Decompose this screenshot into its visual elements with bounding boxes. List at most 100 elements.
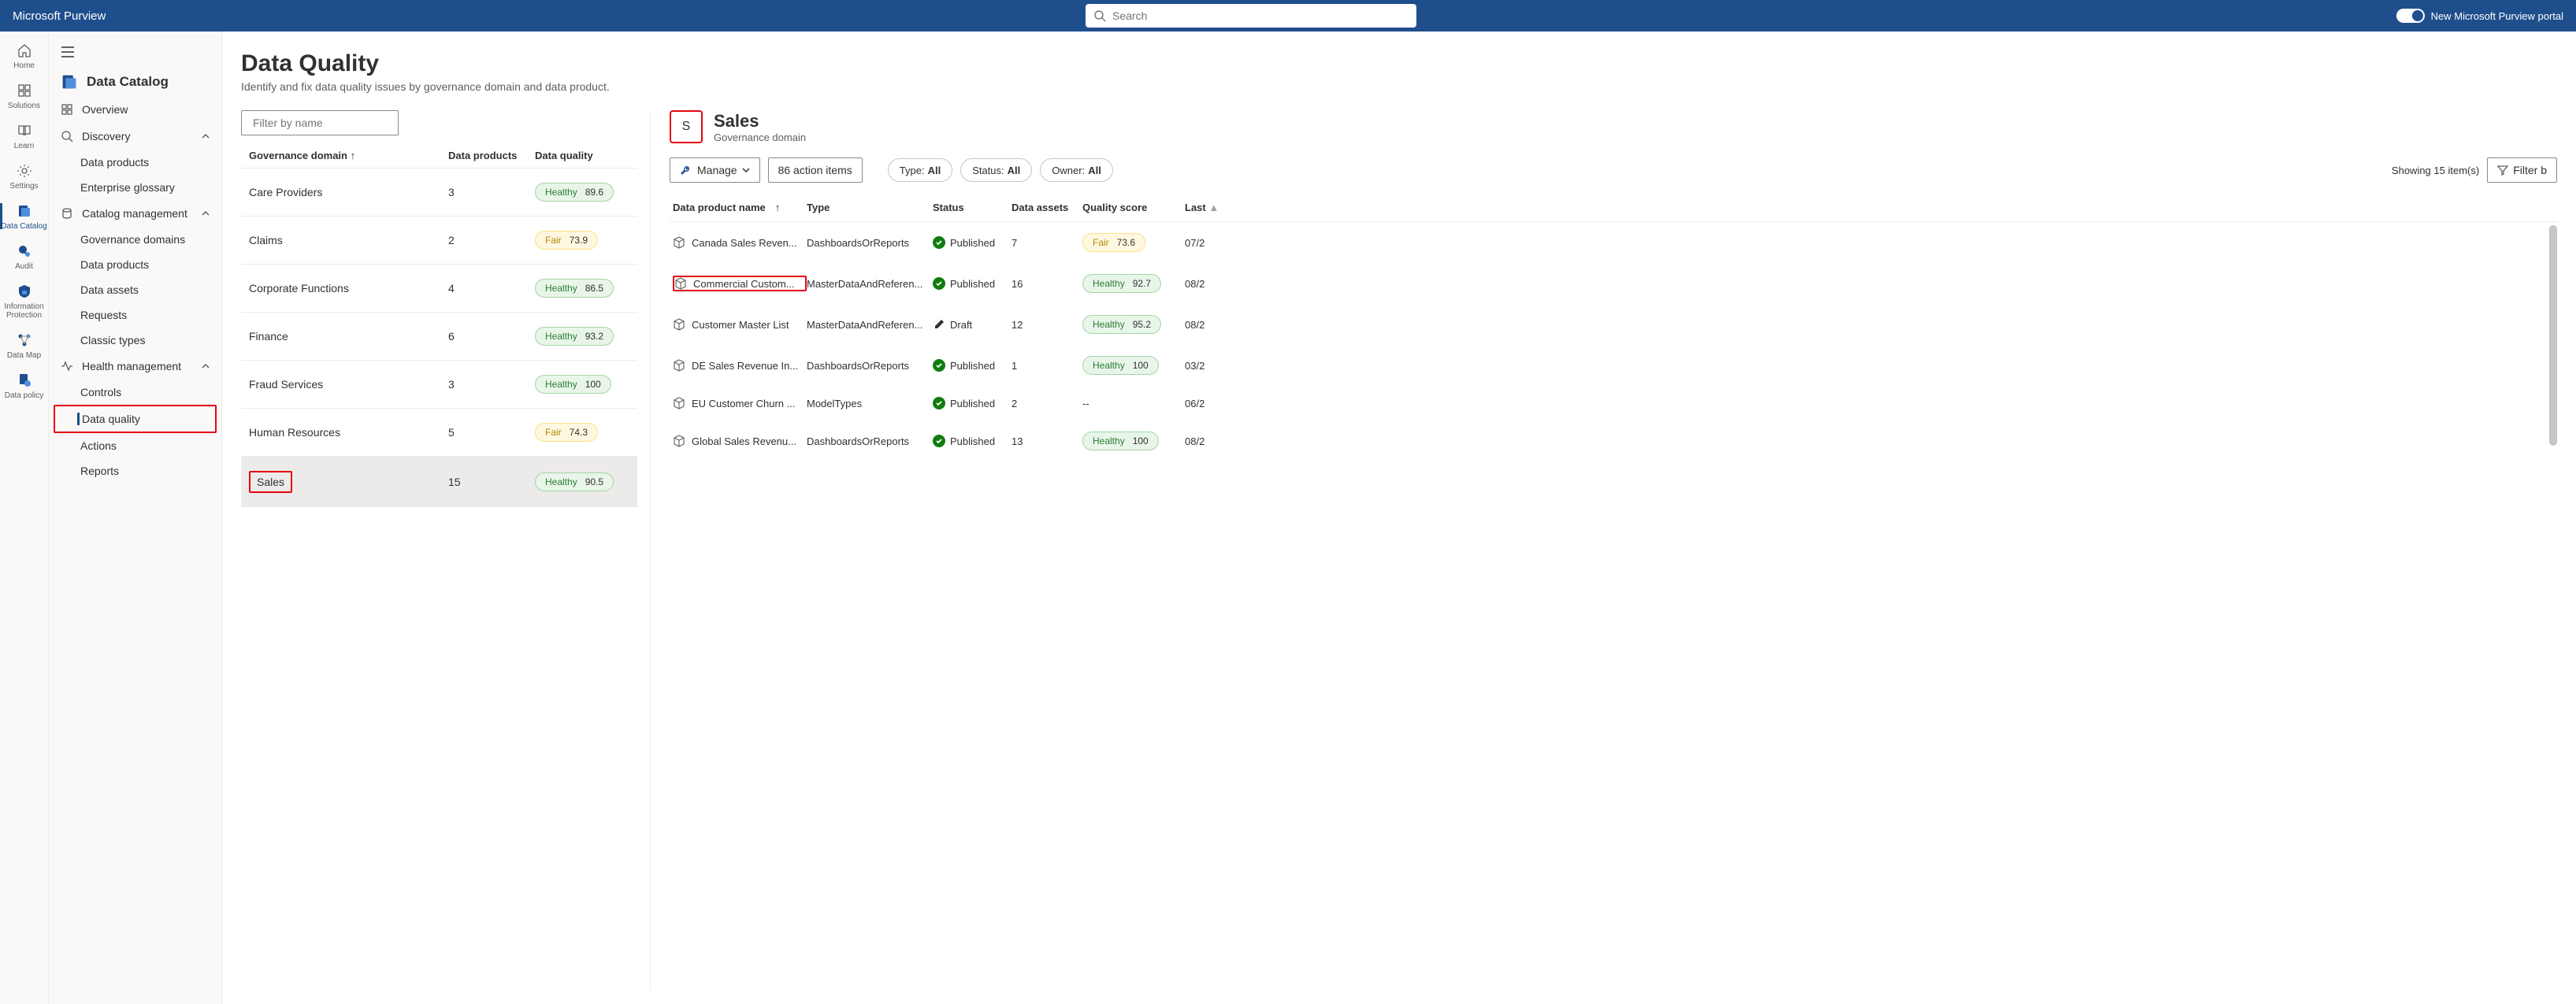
rail-audit[interactable]: Audit (0, 237, 49, 276)
side-discovery-data-products[interactable]: Data products (49, 150, 221, 175)
manage-button[interactable]: Manage (670, 157, 760, 183)
side-discovery[interactable]: Discovery (49, 123, 221, 150)
filter-button[interactable]: Filter b (2487, 157, 2557, 183)
side-health-controls[interactable]: Controls (49, 380, 221, 405)
status-text: Published (950, 237, 995, 249)
product-type: MasterDataAndReferen... (807, 319, 933, 331)
side-catalog-mgmt[interactable]: Catalog management (49, 200, 221, 227)
product-assets: 2 (1011, 398, 1082, 409)
filter-input[interactable] (253, 117, 395, 129)
domain-name: Sales (249, 471, 448, 493)
col-data-quality[interactable]: Data quality (535, 150, 629, 161)
product-status: Published (933, 277, 1011, 290)
product-row[interactable]: EU Customer Churn ...ModelTypesPublished… (670, 386, 2557, 420)
detail-toolbar: Manage 86 action items Type: All Status:… (670, 157, 2557, 183)
side-health-data-quality[interactable]: Data quality (54, 405, 217, 433)
domain-row[interactable]: Fraud Services 3 Healthy100 (241, 360, 637, 408)
side-catalog-gov-domains[interactable]: Governance domains (49, 227, 221, 252)
cube-icon (673, 435, 685, 447)
portal-toggle-label: New Microsoft Purview portal (2431, 10, 2563, 22)
col-data-assets[interactable]: Data assets (1011, 202, 1082, 213)
product-status: Published (933, 397, 1011, 409)
rail-solutions[interactable]: Solutions (0, 76, 49, 115)
quality-badge: Healthy92.7 (1082, 274, 1161, 293)
sort-asc-icon: ↑ (775, 202, 781, 213)
portal-toggle[interactable]: New Microsoft Purview portal (2396, 9, 2563, 23)
product-row[interactable]: Customer Master List MasterDataAndReferen… (670, 304, 2557, 345)
domain-detail-subtitle: Governance domain (714, 132, 806, 143)
scrollbar[interactable] (2549, 225, 2557, 446)
quality-badge: Healthy90.5 (535, 472, 614, 491)
quality-badge: Healthy100 (1082, 356, 1159, 375)
product-last: 03/2 (1185, 360, 1232, 372)
quality-score: -- (1082, 398, 1089, 409)
domain-detail-title: Sales (714, 111, 806, 132)
product-status: Draft (933, 318, 1011, 331)
side-discovery-enterprise-glossary[interactable]: Enterprise glossary (49, 175, 221, 200)
domain-row[interactable]: Care Providers 3 Healthy89.6 (241, 168, 637, 216)
domain-detail: S Sales Governance domain Manage 86 acti… (651, 110, 2557, 990)
rail-info-protection[interactable]: Information Protection (0, 277, 49, 324)
col-product-name[interactable]: Data product name↑ (673, 202, 807, 213)
col-quality-score[interactable]: Quality score (1082, 202, 1185, 213)
product-name: Customer Master List (692, 319, 789, 331)
status-text: Published (950, 435, 995, 447)
cube-icon (673, 397, 685, 409)
product-row[interactable]: Canada Sales Reven...DashboardsOrReports… (670, 222, 2557, 263)
domain-row[interactable]: Claims 2 Fair73.9 (241, 216, 637, 264)
global-search[interactable] (1086, 4, 1416, 28)
side-catalog-requests[interactable]: Requests (49, 302, 221, 328)
col-status[interactable]: Status (933, 202, 1011, 213)
side-panel: Data Catalog Overview Discovery Data pro… (49, 31, 222, 1004)
rail-data-catalog[interactable]: Data Catalog (0, 197, 49, 235)
left-rail: Home Solutions Learn Settings Data Catal… (0, 31, 49, 1004)
quality-badge: Healthy89.6 (535, 183, 614, 202)
action-items-button[interactable]: 86 action items (768, 157, 863, 183)
domain-row[interactable]: Human Resources 5 Fair74.3 (241, 408, 637, 456)
quality-badge: Healthy95.2 (1082, 315, 1161, 334)
side-catalog-data-products[interactable]: Data products (49, 252, 221, 277)
rail-data-policy[interactable]: Data policy (0, 366, 49, 405)
page-subtitle: Identify and fix data quality issues by … (241, 80, 2557, 93)
col-type[interactable]: Type (807, 202, 933, 213)
quality-badge: Fair73.6 (1082, 233, 1145, 252)
check-circle-icon (933, 236, 945, 249)
domain-product-count: 4 (448, 282, 535, 295)
side-health-actions[interactable]: Actions (49, 433, 221, 458)
hamburger-icon[interactable] (55, 39, 80, 65)
product-type: MasterDataAndReferen... (807, 278, 933, 290)
chevron-up-icon (201, 132, 210, 141)
side-overview[interactable]: Overview (49, 96, 221, 123)
side-catalog-data-assets[interactable]: Data assets (49, 277, 221, 302)
product-assets: 7 (1011, 237, 1082, 249)
global-search-input[interactable] (1112, 9, 1409, 22)
side-health-mgmt[interactable]: Health management (49, 353, 221, 380)
status-text: Published (950, 278, 995, 290)
col-governance-domain[interactable]: Governance domain ↑ (249, 150, 448, 161)
side-health-reports[interactable]: Reports (49, 458, 221, 483)
domain-product-count: 5 (448, 426, 535, 439)
filter-by-name[interactable] (241, 110, 399, 135)
rail-data-map[interactable]: Data Map (0, 326, 49, 365)
col-last[interactable]: Last ▲ (1185, 202, 1232, 213)
col-data-products[interactable]: Data products (448, 150, 535, 161)
product-row[interactable]: Commercial Custom...MasterDataAndReferen… (670, 263, 2557, 304)
domain-row[interactable]: Sales 15 Healthy90.5 (241, 456, 637, 507)
side-catalog-classic-types[interactable]: Classic types (49, 328, 221, 353)
check-circle-icon (933, 397, 945, 409)
domain-row[interactable]: Finance 6 Healthy93.2 (241, 312, 637, 360)
check-circle-icon (933, 359, 945, 372)
domain-row[interactable]: Corporate Functions 4 Healthy86.5 (241, 264, 637, 312)
product-row[interactable]: Global Sales Revenu...DashboardsOrReport… (670, 420, 2557, 461)
product-name: Global Sales Revenu... (692, 435, 796, 447)
rail-settings[interactable]: Settings (0, 157, 49, 195)
product-row[interactable]: DE Sales Revenue In...DashboardsOrReport… (670, 345, 2557, 386)
rail-learn[interactable]: Learn (0, 117, 49, 155)
toggle-switch-icon[interactable] (2396, 9, 2425, 23)
filter-status[interactable]: Status: All (960, 158, 1032, 182)
product-status: Published (933, 435, 1011, 447)
rail-home[interactable]: Home (0, 36, 49, 75)
filter-owner[interactable]: Owner: All (1040, 158, 1113, 182)
filter-type[interactable]: Type: All (888, 158, 952, 182)
domain-table-header: Governance domain ↑ Data products Data q… (241, 143, 637, 168)
